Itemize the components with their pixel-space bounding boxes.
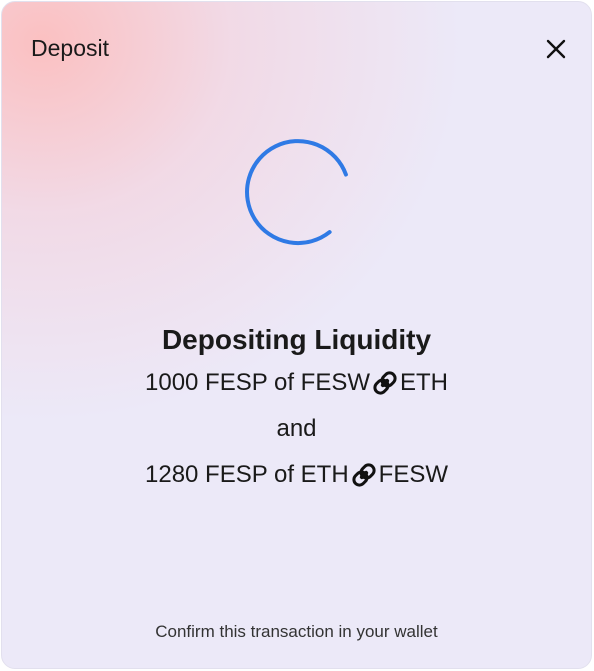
conjunction-label: and [276,415,317,442]
deposit-details: Depositing Liquidity 1000 FESP of FESW E… [2,320,591,498]
conjunction-text: and [2,406,591,452]
modal-header: Deposit [31,32,571,66]
deposit-amount-1: 1000 FESP of FESW [145,369,370,396]
deposit-amount-2: 1280 FESP of ETH [145,461,349,488]
modal-title: Deposit [31,35,109,61]
deposit-line-1: 1000 FESP of FESW ETH [2,360,591,406]
loading-spinner-icon [245,139,348,246]
wallet-confirm-hint: Confirm this transaction in your wallet [155,622,438,641]
pair-token-1: ETH [400,369,448,396]
close-icon [546,39,566,59]
deposit-line-2: 1280 FESP of ETH FESW [2,452,591,498]
chain-link-icon [352,463,376,487]
close-button[interactable] [541,34,571,64]
loading-spinner [242,136,354,248]
chain-link-icon [373,371,397,395]
status-heading: Depositing Liquidity [161,324,432,355]
deposit-modal: Deposit Depositing Liquidity 1000 FESP o… [1,1,592,669]
pair-token-2: FESW [378,461,448,488]
